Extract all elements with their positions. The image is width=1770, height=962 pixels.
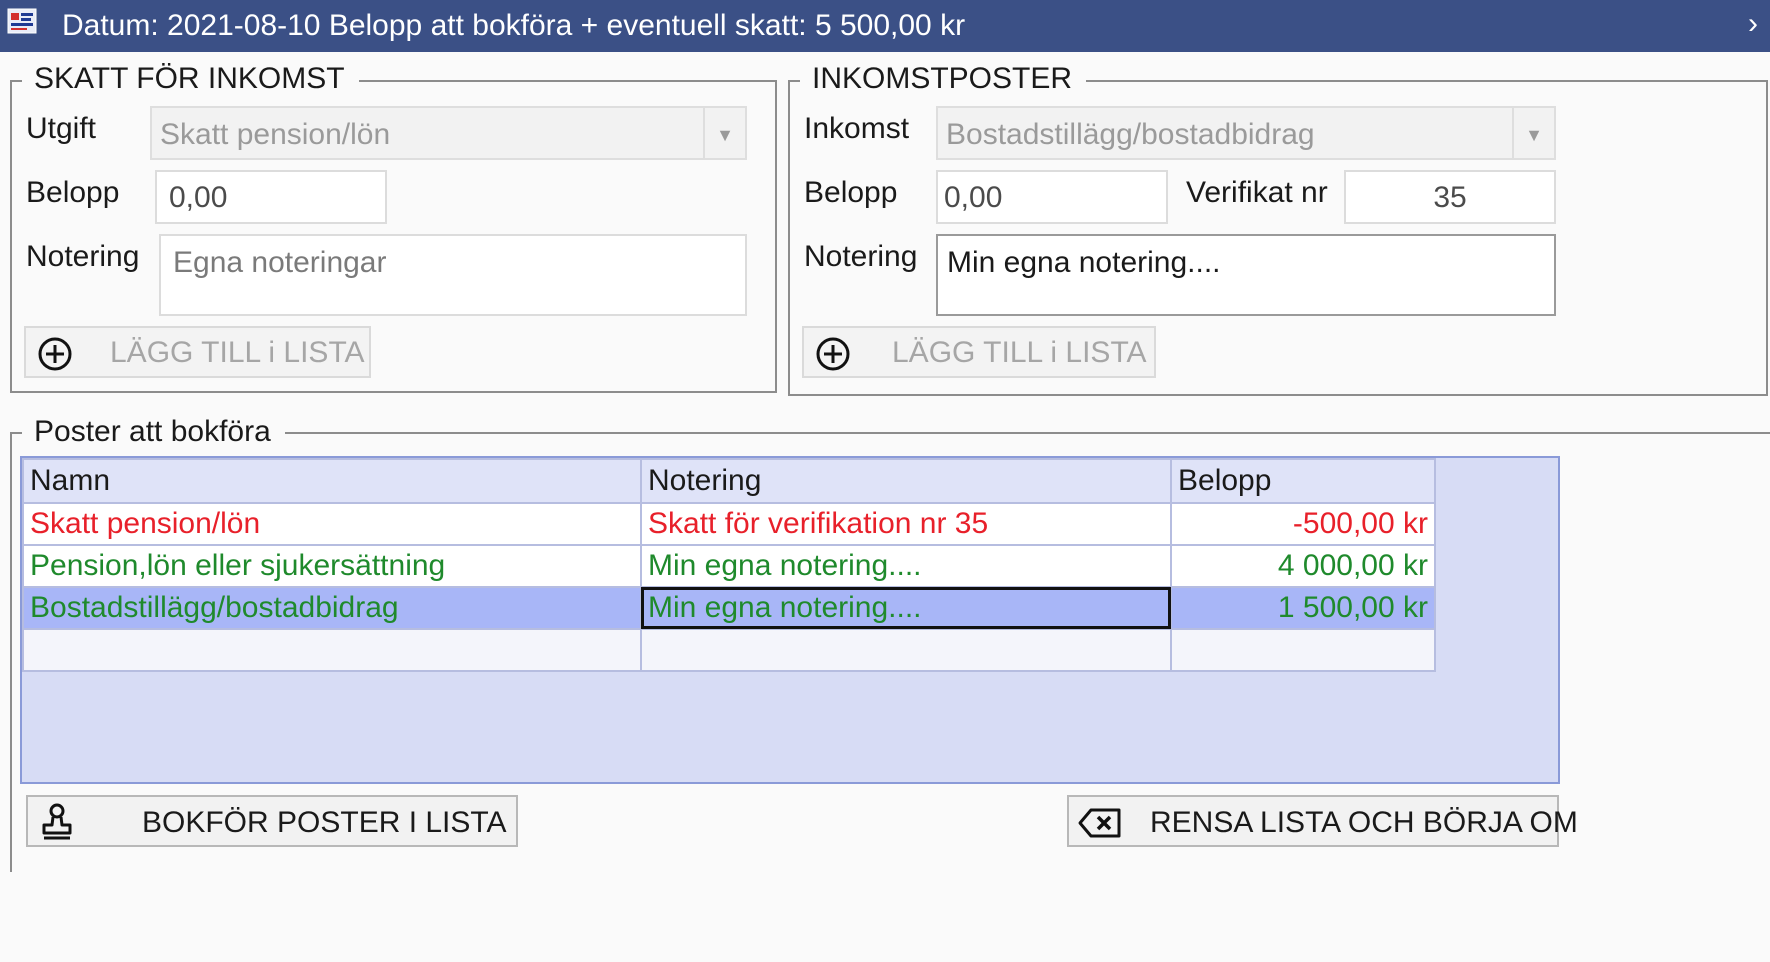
clear-list-button[interactable]: RENSA LISTA OCH BÖRJA OM [1067, 795, 1578, 847]
chevron-down-icon[interactable]: ▼ [703, 108, 745, 158]
inkomst-label: Inkomst [804, 112, 910, 145]
income-notering-field[interactable]: Min egna notering.... [936, 234, 1556, 316]
tax-notering-label: Notering [26, 240, 140, 273]
tax-belopp-field[interactable]: 0,00 [155, 170, 387, 224]
table-row[interactable]: Pension,lön eller sjukersättning Min egn… [22, 544, 1436, 588]
cell-belopp[interactable]: -500,00 kr [1170, 502, 1436, 546]
tax-notering-field[interactable]: Egna noteringar [159, 234, 747, 316]
cell-notering-focused[interactable]: Min egna notering.... [640, 586, 1172, 630]
clear-list-button-label: RENSA LISTA OCH BÖRJA OM [1150, 806, 1578, 839]
cell-namn[interactable]: Skatt pension/lön [22, 502, 642, 546]
inkomst-combo-value: Bostadstillägg/bostadbidrag [946, 118, 1315, 151]
cell-notering[interactable]: Min egna notering.... [640, 544, 1172, 588]
title-bar: Datum: 2021-08-10 Belopp att bokföra + e… [0, 0, 1770, 52]
table-header-row: Namn Notering Belopp [22, 458, 1436, 504]
chevron-right-icon[interactable]: › [1748, 6, 1758, 42]
book-posts-button-label: BOKFÖR POSTER I LISTA [142, 806, 507, 839]
backspace-icon [1077, 807, 1123, 839]
income-add-button-label: LÄGG TILL i LISTA [892, 336, 1147, 369]
cell-notering[interactable]: Skatt för verifikation nr 35 [640, 502, 1172, 546]
income-group-legend: INKOMSTPOSTER [800, 62, 1087, 96]
income-notering-label: Notering [804, 240, 918, 273]
plus-circle-icon [815, 336, 851, 372]
cell-empty[interactable] [22, 628, 642, 672]
column-header-notering[interactable]: Notering [640, 458, 1172, 504]
book-posts-button[interactable]: BOKFÖR POSTER I LISTA [26, 795, 518, 847]
posts-table: Namn Notering Belopp Skatt pension/lön S… [22, 458, 1436, 672]
table-new-row[interactable] [22, 628, 1436, 672]
table-row[interactable]: Skatt pension/lön Skatt för verifikation… [22, 502, 1436, 546]
app-icon[interactable] [6, 5, 38, 37]
utgift-label: Utgift [26, 112, 97, 145]
table-row-selected[interactable]: Bostadstillägg/bostadbidrag Min egna not… [22, 586, 1436, 630]
posts-grid[interactable]: Namn Notering Belopp Skatt pension/lön S… [20, 456, 1560, 784]
income-belopp-label: Belopp [804, 176, 898, 209]
inkomst-combo[interactable]: Bostadstillägg/bostadbidrag ▼ [936, 106, 1556, 160]
tax-group-legend: SKATT FÖR INKOMST [22, 62, 359, 96]
cell-empty[interactable] [1170, 628, 1436, 672]
window-title: Datum: 2021-08-10 Belopp att bokföra + e… [62, 9, 966, 42]
cell-namn[interactable]: Pension,lön eller sjukersättning [22, 544, 642, 588]
income-add-button[interactable]: LÄGG TILL i LISTA [802, 326, 1156, 378]
cell-empty[interactable] [640, 628, 1172, 672]
plus-circle-icon [37, 336, 73, 372]
cell-belopp[interactable]: 1 500,00 kr [1170, 586, 1436, 630]
cell-belopp[interactable]: 4 000,00 kr [1170, 544, 1436, 588]
cell-namn[interactable]: Bostadstillägg/bostadbidrag [22, 586, 642, 630]
posts-group-legend: Poster att bokföra [22, 415, 285, 449]
stamp-icon [40, 803, 74, 841]
verifikat-label: Verifikat nr [1186, 176, 1328, 209]
income-belopp-field[interactable]: 0,00 [936, 170, 1168, 224]
tax-belopp-label: Belopp [26, 176, 120, 209]
column-header-namn[interactable]: Namn [22, 458, 642, 504]
tax-add-button-label: LÄGG TILL i LISTA [110, 336, 365, 369]
verifikat-field[interactable]: 35 [1344, 170, 1556, 224]
tax-add-button[interactable]: LÄGG TILL i LISTA [24, 326, 371, 378]
column-header-belopp[interactable]: Belopp [1170, 458, 1436, 504]
utgift-combo-value: Skatt pension/lön [160, 118, 391, 151]
chevron-down-icon[interactable]: ▼ [1512, 108, 1554, 158]
utgift-combo[interactable]: Skatt pension/lön ▼ [150, 106, 747, 160]
